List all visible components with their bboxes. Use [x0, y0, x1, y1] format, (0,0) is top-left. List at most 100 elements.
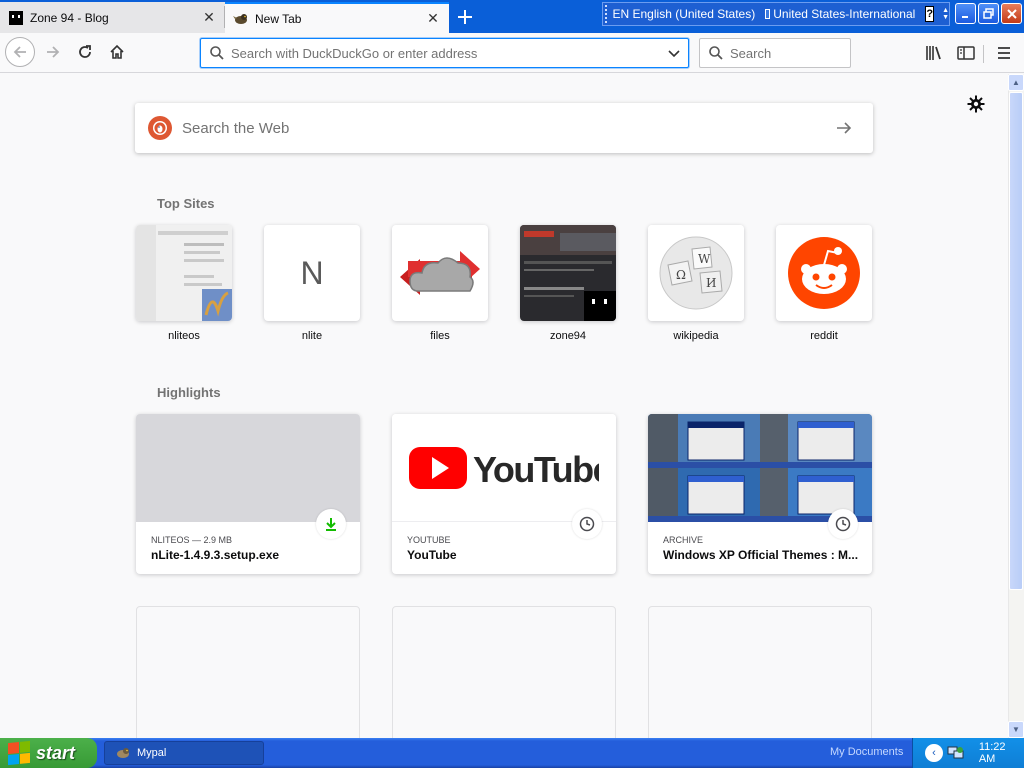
- search-bar[interactable]: [699, 38, 851, 68]
- sidebar-icon: [957, 46, 975, 60]
- search-input[interactable]: [730, 45, 840, 61]
- grip-handle[interactable]: [605, 5, 609, 23]
- highlight-title: nLite-1.4.9.3.setup.exe: [151, 548, 280, 562]
- reload-button[interactable]: [70, 37, 100, 67]
- scrollbar-thumb[interactable]: [1009, 92, 1023, 590]
- back-arrow-icon: [13, 46, 26, 58]
- input-language[interactable]: EN English (United States): [613, 7, 756, 21]
- top-site-tile[interactable]: [136, 225, 232, 321]
- top-site-tile[interactable]: Ω W И: [648, 225, 744, 321]
- top-site-zone94[interactable]: zone94: [520, 225, 616, 342]
- highlight-card-archive[interactable]: ARCHIVE Windows XP Official Themes : M..…: [648, 414, 872, 574]
- windows-taskbar: start Mypal My Documents ‹ 11:22 AM: [0, 738, 1024, 768]
- download-icon: [316, 509, 346, 539]
- sidebar-button[interactable]: [953, 40, 979, 66]
- my-documents-toolbar[interactable]: My Documents: [830, 746, 903, 758]
- top-site-label: files: [430, 330, 450, 342]
- highlight-thumbnail: [136, 414, 360, 522]
- minimize-icon: [961, 15, 968, 18]
- search-icon: [209, 45, 225, 61]
- svg-text:YouTube: YouTube: [473, 449, 599, 490]
- zone94-thumbnail: [520, 225, 616, 321]
- address-bar[interactable]: [200, 38, 689, 68]
- scroll-down-arrow-icon[interactable]: ▼: [1008, 721, 1024, 738]
- mypal-app-icon: [115, 745, 131, 761]
- show-hidden-icons-chevron-icon[interactable]: ‹: [925, 744, 943, 762]
- top-sites-heading: Top Sites: [157, 196, 215, 211]
- network-icon[interactable]: [947, 745, 965, 761]
- svg-text:W: W: [698, 252, 711, 266]
- highlight-card-youtube[interactable]: YouTube YOUTUBE YouTube: [392, 414, 616, 574]
- search-icon: [708, 45, 724, 61]
- navigation-toolbar: [0, 33, 1024, 73]
- new-tab-page: Top Sites nliteos N nlite: [0, 74, 1008, 738]
- svg-text:Ω: Ω: [676, 268, 686, 282]
- settings-gear-icon[interactable]: [966, 94, 986, 114]
- top-site-nliteos[interactable]: nliteos: [136, 225, 232, 342]
- plus-icon: [458, 10, 472, 24]
- wikipedia-globe-icon: Ω W И: [648, 225, 744, 321]
- search-go-arrow-icon[interactable]: [829, 113, 859, 143]
- language-bar: EN English (United States) United States…: [602, 2, 950, 26]
- library-button[interactable]: [921, 40, 947, 66]
- restore-button[interactable]: [978, 3, 999, 24]
- close-tab-icon[interactable]: ✕: [201, 9, 217, 26]
- taskbar-item-mypal[interactable]: Mypal: [104, 741, 264, 765]
- web-search-input[interactable]: [182, 119, 829, 137]
- forward-button[interactable]: [38, 37, 68, 67]
- taskbar-item-label: Mypal: [137, 747, 167, 759]
- top-site-label: zone94: [549, 330, 587, 342]
- hamburger-menu-icon: [998, 47, 1010, 59]
- top-site-files[interactable]: files: [392, 225, 488, 342]
- highlight-title: Windows XP Official Themes : M...: [663, 548, 859, 562]
- cloud-sync-icon: [400, 251, 480, 295]
- help-icon[interactable]: ?: [925, 6, 935, 22]
- langbar-options-icon[interactable]: ▲ ▼: [942, 7, 949, 21]
- chevron-down-icon[interactable]: [660, 46, 688, 60]
- keyboard-icon: [765, 9, 771, 19]
- menu-button[interactable]: [991, 40, 1017, 66]
- top-site-label: nlite: [301, 330, 323, 342]
- top-site-tile[interactable]: [520, 225, 616, 321]
- duckduckgo-logo-icon: [148, 116, 172, 140]
- keyboard-layout[interactable]: United States-International: [773, 7, 915, 21]
- top-site-reddit[interactable]: reddit: [776, 225, 872, 342]
- mypal-favicon-icon: [233, 11, 249, 27]
- nliteos-thumbnail: [136, 225, 232, 321]
- minimize-button[interactable]: [955, 3, 976, 24]
- home-button[interactable]: [102, 37, 132, 67]
- clock-icon: [828, 509, 858, 539]
- highlight-title: YouTube: [407, 548, 457, 562]
- top-site-tile[interactable]: [392, 225, 488, 321]
- close-icon: [1006, 8, 1017, 19]
- close-window-button[interactable]: [1001, 3, 1022, 24]
- tab-new-tab[interactable]: New Tab ✕: [225, 2, 449, 33]
- top-site-label: wikipedia: [673, 330, 719, 342]
- forward-arrow-icon: [47, 46, 60, 58]
- clock[interactable]: 11:22 AM: [979, 741, 1024, 765]
- scroll-up-arrow-icon[interactable]: ▲: [1008, 74, 1024, 91]
- xp-themes-thumbnail: [648, 414, 872, 522]
- tab-title: New Tab: [255, 11, 302, 26]
- site-letter-icon: N: [300, 254, 324, 291]
- empty-highlight-slot: [648, 606, 872, 738]
- start-button[interactable]: start: [0, 738, 97, 768]
- top-site-label: nliteos: [168, 330, 200, 342]
- new-tab-button[interactable]: [452, 4, 478, 30]
- clock-icon: [572, 509, 602, 539]
- highlight-card-nlite-download[interactable]: NLITEOS — 2.9 MB nLite-1.4.9.3.setup.exe: [136, 414, 360, 574]
- top-site-wikipedia[interactable]: Ω W И wikipedia: [648, 225, 744, 342]
- toolbar-divider: [983, 45, 984, 63]
- back-button[interactable]: [5, 37, 35, 67]
- address-input[interactable]: [231, 45, 660, 61]
- top-site-tile[interactable]: N: [264, 225, 360, 321]
- tab-zone94-blog[interactable]: Zone 94 - Blog ✕: [0, 2, 225, 33]
- reddit-alien-icon: [788, 237, 860, 309]
- top-site-nlite[interactable]: N nlite: [264, 225, 360, 342]
- highlight-meta: YOUTUBE: [407, 535, 451, 545]
- top-site-tile[interactable]: [776, 225, 872, 321]
- web-search-box[interactable]: [135, 103, 873, 153]
- empty-highlight-slot: [392, 606, 616, 738]
- reload-icon: [79, 45, 91, 58]
- close-tab-icon[interactable]: ✕: [425, 10, 441, 27]
